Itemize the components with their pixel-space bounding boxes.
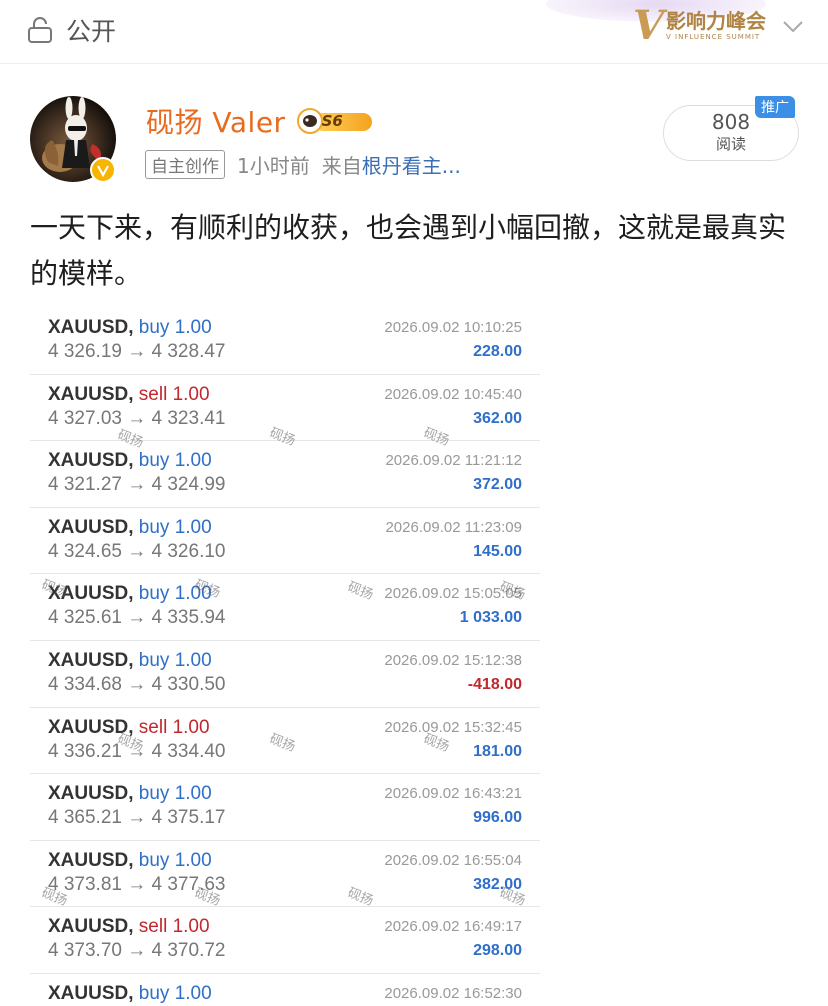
original-tag: 自主创作: [145, 150, 225, 179]
trade-time: 2026.09.02 16:52:30: [384, 984, 522, 1002]
trade-prices: 4 336.21 → 4 334.40: [48, 740, 226, 762]
trade-profit: 382.00: [473, 875, 522, 893]
lock-icon: [28, 17, 52, 43]
trade-symbol: XAUUSD, buy 1.00: [48, 317, 212, 338]
brand-subtitle: V INFLUENCE SUMMIT: [666, 33, 761, 41]
trade-symbol: XAUUSD, buy 1.00: [48, 783, 212, 805]
trade-symbol: XAUUSD, sell 1.00: [48, 716, 210, 738]
trade-profit: -418.00: [467, 675, 522, 693]
trade-symbol: XAUUSD, sell 1.00: [48, 383, 210, 405]
trade-prices: 4 373.70 → 4 370.72: [48, 940, 226, 962]
trade-profit: 228.00: [473, 343, 522, 360]
trade-time: 2026.09.02 16:43:21: [384, 785, 522, 803]
trade-time: 2026.09.02 15:12:38: [384, 651, 522, 669]
trade-row: XAUUSD, buy 1.00 4 325.61 → 4 335.94 2026.…: [30, 574, 540, 641]
trade-prices: 4 321.27 → 4 324.99: [48, 474, 226, 496]
trade-symbol: XAUUSD, buy 1.00: [48, 516, 212, 538]
trade-row: XAUUSD, sell 1.00 4 327.03 → 4 323.41 2026…: [30, 375, 540, 442]
source-prefix: 来自: [321, 154, 362, 178]
trade-symbol: XAUUSD, buy 1.00: [48, 450, 212, 472]
read-unit: 阅读: [715, 135, 746, 153]
trade-symbol: XAUUSD, sell 1.00: [48, 916, 210, 938]
trade-time: 2026.09.02 16:49:17: [384, 918, 522, 936]
trade-prices: 4 373.81 → 4 377.63: [48, 873, 226, 895]
level-badge[interactable]: S6: [296, 106, 376, 136]
trade-side: buy 1.00: [138, 783, 212, 805]
trade-prices: 4 327.03 → 4 323.41: [48, 407, 226, 429]
trade-history-image[interactable]: XAUUSD, buy 1.00 4 326.19 → 4 328.47 2026.…: [30, 308, 540, 1006]
trade-profit: 181.00: [473, 742, 522, 760]
visibility-label: 公开: [66, 17, 117, 46]
trade-side: buy 1.00: [138, 317, 212, 338]
post-text: 一天下来，有顺利的收获，也会遇到小幅回撤，这就是最真实的模样。: [30, 211, 787, 290]
trade-profit: 996.00: [473, 809, 522, 827]
trade-side: buy 1.00: [138, 450, 212, 472]
trade-symbol: XAUUSD, buy 1.00: [48, 583, 212, 605]
trade-side: sell 1.00: [138, 916, 210, 938]
top-bar: 公开 V 影响力峰会 V INFLUENCE SUMMIT: [0, 0, 828, 64]
trade-time: 2026.09.02 15:05:05: [384, 585, 522, 603]
trade-profit: 1 033.00: [459, 609, 522, 627]
trade-row: XAUUSD, sell 1.00 4 373.70 → 4 370.72 2026…: [30, 907, 540, 974]
author-row: 砚扬 Valer S6: [146, 101, 376, 141]
trade-side: buy 1.00: [138, 849, 212, 871]
trade-row: XAUUSD, buy 1.00 4 324.65 → 4 326.10 2026.…: [30, 508, 540, 575]
author-name[interactable]: 砚扬 Valer: [146, 101, 286, 141]
trade-row: XAUUSD, buy 1.00 2026.09.02 16:52:30: [30, 974, 540, 1006]
trade-time: 2026.09.02 11:21:12: [385, 452, 522, 470]
trade-profit: 145.00: [473, 542, 522, 560]
trade-time: 2026.09.02 10:45:40: [384, 385, 522, 403]
trade-row: XAUUSD, sell 1.00 4 336.21 → 4 334.40 2026…: [30, 708, 540, 775]
trade-time: 2026.09.02 10:10:25: [384, 319, 522, 336]
trade-side: buy 1.00: [138, 583, 212, 605]
brand-logo[interactable]: V 影响力峰会 V INFLUENCE SUMMIT: [546, 0, 806, 49]
promote-badge[interactable]: 推广: [755, 96, 795, 118]
trade-profit: 298.00: [473, 942, 522, 960]
trade-side: buy 1.00: [138, 649, 212, 671]
trade-row: XAUUSD, buy 1.00 4 321.27 → 4 324.99 2026.…: [30, 441, 540, 508]
trade-prices: 4 365.21 → 4 375.17: [48, 807, 226, 829]
trade-side: buy 1.00: [138, 516, 212, 538]
trade-profit: 362.00: [473, 409, 522, 427]
trade-time: 2026.09.02 15:32:45: [384, 718, 522, 736]
visibility-toggle[interactable]: 公开: [26, 12, 116, 48]
verified-badge-icon: [90, 157, 116, 183]
trade-profit: 372.00: [473, 476, 522, 494]
trade-row: XAUUSD, buy 1.00 4 373.81 → 4 377.63 2026.…: [30, 841, 540, 908]
trade-symbol: XAUUSD, buy 1.00: [48, 649, 212, 671]
source-link[interactable]: 根丹看主...: [362, 154, 461, 178]
trade-time: 2026.09.02 16:55:04: [384, 851, 522, 869]
trade-row: XAUUSD, buy 1.00 4 334.68 → 4 330.50 2026.…: [30, 641, 540, 708]
trade-prices: 4 324.65 → 4 326.10: [48, 540, 226, 562]
post-time: 1小时前: [237, 154, 310, 178]
trade-time: 2026.09.02 11:23:09: [385, 518, 522, 536]
chevron-down-icon[interactable]: [780, 13, 806, 39]
trade-side: sell 1.00: [138, 383, 210, 405]
level-text: S6: [321, 112, 343, 130]
trade-symbol: XAUUSD, buy 1.00: [48, 982, 212, 1004]
trade-row: XAUUSD, buy 1.00 4 365.21 → 4 375.17 2026.…: [30, 774, 540, 841]
trade-side: buy 1.00: [138, 982, 212, 1004]
trade-side: sell 1.00: [138, 716, 210, 738]
trade-symbol: XAUUSD, buy 1.00: [48, 849, 212, 871]
brand-name: 影响力峰会: [666, 9, 766, 33]
trade-row: XAUUSD, buy 1.00 4 326.19 → 4 328.47 2026.…: [30, 308, 540, 375]
trade-prices: 4 326.19 → 4 328.47: [48, 341, 226, 362]
v-influence-logo-icon: V 影响力峰会 V INFLUENCE SUMMIT: [632, 2, 766, 49]
post-meta: 自主创作 1小时前 来自根丹看主...: [145, 150, 461, 179]
trade-prices: 4 325.61 → 4 335.94: [48, 607, 226, 629]
trade-prices: 4 334.68 → 4 330.50: [48, 673, 226, 695]
